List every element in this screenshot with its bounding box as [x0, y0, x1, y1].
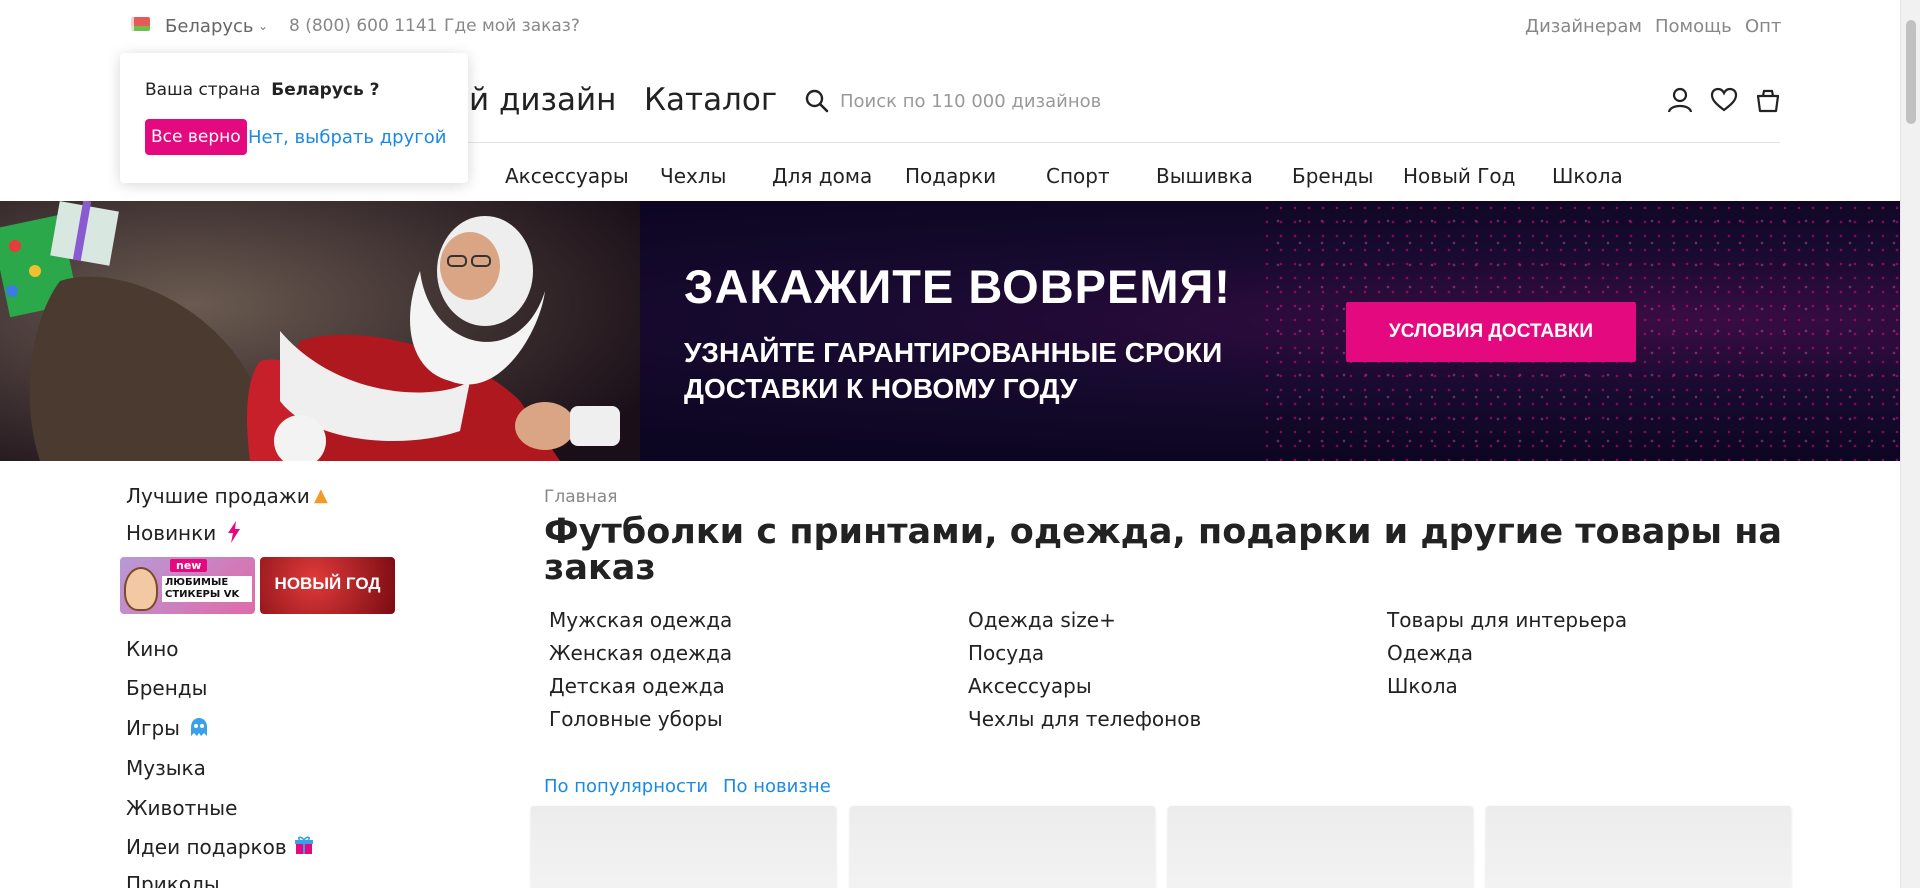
country-question-prefix: Ваша страна — [145, 80, 261, 100]
sidebar-item-music[interactable]: Музыка — [126, 756, 206, 780]
gift-icon — [295, 836, 313, 854]
sidebar-item-new[interactable]: Новинки — [126, 521, 216, 545]
belarus-flag-icon[interactable] — [131, 17, 150, 31]
product-card-placeholder[interactable] — [1168, 806, 1473, 888]
country-question: Ваша страна Беларусь ? — [145, 80, 380, 100]
sidebar-item-games[interactable]: Игры — [126, 716, 180, 740]
where-is-my-order-link[interactable]: Где мой заказ? — [444, 16, 580, 36]
category-link[interactable]: Женская одежда — [549, 641, 732, 665]
promo-vk-stickers[interactable]: new ЛЮБИМЫЕ СТИКЕРЫ VK — [120, 557, 255, 614]
category-link[interactable]: Аксессуары — [968, 674, 1092, 698]
sort-by-popularity-link[interactable]: По популярности — [544, 776, 708, 797]
product-card-placeholder[interactable] — [850, 806, 1155, 888]
nav-item-embroidery[interactable]: Вышивка — [1156, 164, 1253, 188]
top-bar: Беларусь ⌄ 8 (800) 600 1141 Где мой зака… — [0, 0, 1900, 54]
account-icon[interactable] — [1666, 86, 1694, 114]
category-link[interactable]: Одежда size+ — [968, 608, 1116, 632]
catalog-button[interactable]: Каталог — [644, 82, 777, 118]
delivery-terms-button[interactable]: УСЛОВИЯ ДОСТАВКИ — [1346, 302, 1636, 362]
country-confirm-popover: Ваша страна Беларусь ? Все верно Нет, вы… — [120, 53, 468, 183]
lightning-icon — [228, 521, 240, 543]
product-card-placeholder[interactable] — [531, 806, 836, 888]
thumbs-up-icon: ▲ — [314, 485, 328, 506]
header-divider — [450, 142, 1780, 143]
ghost-icon — [191, 718, 207, 736]
search-input[interactable] — [840, 86, 1360, 116]
nav-item-accessories[interactable]: Аксессуары — [505, 164, 629, 188]
page-scrollbar[interactable] — [1900, 0, 1920, 888]
cart-bag-icon[interactable] — [1754, 86, 1782, 114]
chevron-down-icon[interactable]: ⌄ — [258, 19, 268, 33]
confirm-country-button[interactable]: Все верно — [145, 119, 247, 155]
sidebar-item-animals[interactable]: Животные — [126, 796, 237, 820]
category-link[interactable]: Одежда — [1387, 641, 1473, 665]
breadcrumb[interactable]: Главная — [544, 487, 617, 507]
nav-item-school[interactable]: Школа — [1552, 164, 1623, 188]
sidebar-item-brands[interactable]: Бренды — [126, 676, 207, 700]
banner-subtitle: УЗНАЙТЕ ГАРАНТИРОВАННЫЕ СРОКИ ДОСТАВКИ К… — [684, 335, 1222, 407]
cartoon-face-image — [124, 567, 158, 611]
phone-number[interactable]: 8 (800) 600 1141 — [289, 16, 437, 36]
category-link[interactable]: Товары для интерьера — [1387, 608, 1627, 632]
nav-item-home[interactable]: Для дома — [772, 164, 872, 188]
santa-image — [0, 201, 640, 461]
heart-icon[interactable] — [1710, 86, 1738, 114]
country-selector[interactable]: Беларусь — [165, 16, 254, 37]
country-question-value: Беларусь ? — [271, 80, 380, 100]
sidebar-item-jokes[interactable]: Приколы — [126, 872, 220, 888]
choose-other-country-link[interactable]: Нет, выбрать другой — [248, 127, 446, 148]
logo[interactable]: ой дизайн — [450, 82, 616, 118]
new-badge: new — [170, 559, 208, 572]
promo-new-year-label: НОВЫЙ ГОД — [274, 574, 381, 593]
category-link[interactable]: Школа — [1387, 674, 1458, 698]
banner-title: ЗАКАЖИТЕ ВОВРЕМЯ! — [684, 260, 1231, 313]
promo-new-year[interactable]: НОВЫЙ ГОД — [260, 557, 395, 614]
category-link[interactable]: Головные уборы — [549, 707, 723, 731]
category-link[interactable]: Детская одежда — [549, 674, 725, 698]
help-link[interactable]: Помощь — [1655, 16, 1732, 37]
sort-by-newest-link[interactable]: По новизне — [723, 776, 831, 797]
promo-vk-label: ЛЮБИМЫЕ СТИКЕРЫ VK — [162, 576, 252, 602]
nav-item-new-year[interactable]: Новый Год — [1403, 164, 1515, 188]
sidebar-item-best-sellers[interactable]: Лучшие продажи — [126, 484, 310, 508]
sidebar-item-movies[interactable]: Кино — [126, 637, 179, 661]
search-icon[interactable] — [804, 88, 830, 114]
designers-link[interactable]: Дизайнерам — [1525, 16, 1642, 37]
page-title: Футболки с принтами, одежда, подарки и д… — [544, 512, 1783, 588]
category-link[interactable]: Мужская одежда — [549, 608, 732, 632]
nav-item-gifts[interactable]: Подарки — [905, 164, 996, 188]
banner-subtitle-line2: ДОСТАВКИ К НОВОМУ ГОДУ — [684, 373, 1078, 404]
promo-banner[interactable]: ЗАКАЖИТЕ ВОВРЕМЯ! УЗНАЙТЕ ГАРАНТИРОВАННЫ… — [0, 201, 1900, 461]
wholesale-link[interactable]: Опт — [1745, 16, 1781, 37]
nav-item-brands[interactable]: Бренды — [1292, 164, 1373, 188]
category-link[interactable]: Чехлы для телефонов — [968, 707, 1201, 731]
scrollbar-thumb[interactable] — [1906, 20, 1916, 124]
sidebar-item-gift-ideas[interactable]: Идеи подарков — [126, 835, 287, 859]
nav-item-cases[interactable]: Чехлы — [660, 164, 726, 188]
category-link[interactable]: Посуда — [968, 641, 1044, 665]
nav-item-sport[interactable]: Спорт — [1046, 164, 1110, 188]
banner-subtitle-line1: УЗНАЙТЕ ГАРАНТИРОВАННЫЕ СРОКИ — [684, 337, 1223, 368]
product-card-placeholder[interactable] — [1486, 806, 1791, 888]
